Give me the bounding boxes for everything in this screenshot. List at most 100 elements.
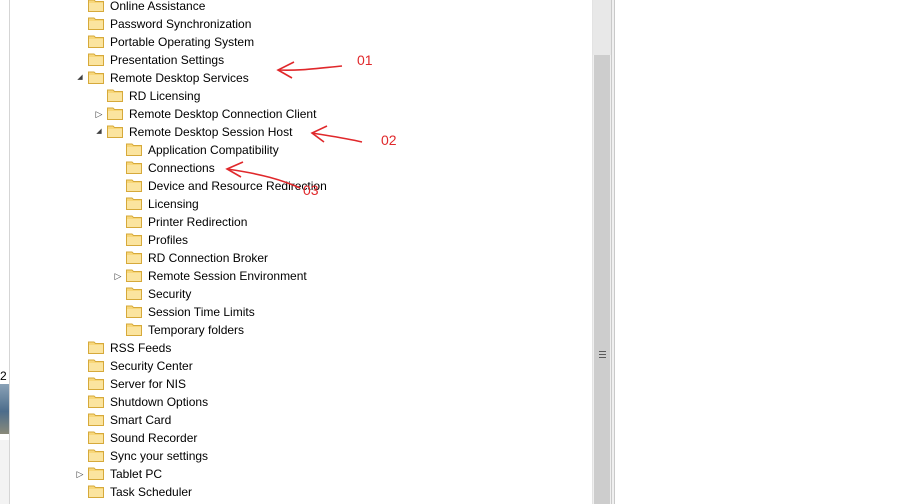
- details-pane: [615, 0, 899, 504]
- tree-item-label[interactable]: RD Licensing: [126, 87, 203, 105]
- tree-item-label[interactable]: Remote Desktop Session Host: [126, 123, 295, 141]
- folder-icon: [126, 287, 142, 300]
- tree-item-label[interactable]: Sound Recorder: [107, 429, 200, 447]
- annotation-label-01: 01: [357, 52, 373, 68]
- tree-item-label[interactable]: Security Center: [107, 357, 196, 375]
- tree-item-remote-desktop-session-host[interactable]: ◢ Remote Desktop Session Host: [10, 123, 590, 141]
- tree-item-security-center[interactable]: Security Center: [10, 357, 590, 375]
- folder-icon: [126, 233, 142, 246]
- collapsed-triangle-icon[interactable]: ▷: [94, 105, 104, 123]
- tree-item-sound-recorder[interactable]: Sound Recorder: [10, 429, 590, 447]
- tree-item-password-synchronization[interactable]: Password Synchronization: [10, 15, 590, 33]
- tree-item-online-assistance[interactable]: Online Assistance: [10, 0, 590, 15]
- tree-item-security[interactable]: Security: [10, 285, 590, 303]
- folder-icon: [107, 107, 123, 120]
- tree-item-presentation-settings[interactable]: Presentation Settings: [10, 51, 590, 69]
- tree-item-label[interactable]: Licensing: [145, 195, 202, 213]
- tree-item-profiles[interactable]: Profiles: [10, 231, 590, 249]
- tree-item-label[interactable]: Password Synchronization: [107, 15, 254, 33]
- tree-item-smart-card[interactable]: Smart Card: [10, 411, 590, 429]
- folder-icon: [88, 0, 104, 12]
- collapsed-triangle-icon[interactable]: ▷: [75, 465, 85, 483]
- left-edge-number: 2: [0, 369, 7, 383]
- tree-item-rss-feeds[interactable]: RSS Feeds: [10, 339, 590, 357]
- tree-item-label[interactable]: Shutdown Options: [107, 393, 211, 411]
- tree-item-tablet-pc[interactable]: ▷ Tablet PC: [10, 465, 590, 483]
- tree-item-temporary-folders[interactable]: Temporary folders: [10, 321, 590, 339]
- tree-item-label[interactable]: Application Compatibility: [145, 141, 282, 159]
- folder-icon: [88, 341, 104, 354]
- tree-item-label[interactable]: Smart Card: [107, 411, 174, 429]
- tree-item-remote-desktop-services[interactable]: ◢ Remote Desktop Services: [10, 69, 590, 87]
- folder-icon: [88, 53, 104, 66]
- tree-item-label[interactable]: Security: [145, 285, 194, 303]
- folder-icon: [126, 197, 142, 210]
- tree-item-label[interactable]: Presentation Settings: [107, 51, 227, 69]
- folder-icon: [88, 377, 104, 390]
- tree-item-label[interactable]: Server for NIS: [107, 375, 189, 393]
- folder-icon: [126, 143, 142, 156]
- tree-item-label[interactable]: Remote Desktop Connection Client: [126, 105, 319, 123]
- annotation-label-03: 03: [303, 182, 319, 198]
- scrollbar-track[interactable]: [593, 0, 611, 55]
- folder-icon: [88, 359, 104, 372]
- tree-item-label[interactable]: Portable Operating System: [107, 33, 257, 51]
- tree-item-task-scheduler[interactable]: Task Scheduler: [10, 483, 590, 501]
- folder-icon: [126, 305, 142, 318]
- tree-item-label[interactable]: Profiles: [145, 231, 191, 249]
- tree-item-label[interactable]: Task Scheduler: [107, 483, 195, 501]
- tree-item-remote-session-environment[interactable]: ▷ Remote Session Environment: [10, 267, 590, 285]
- folder-icon: [126, 215, 142, 228]
- folder-icon: [88, 71, 104, 84]
- left-edge-panel: [0, 440, 9, 504]
- tree-item-printer-redirection[interactable]: Printer Redirection: [10, 213, 590, 231]
- tree-item-label[interactable]: Sync your settings: [107, 447, 211, 465]
- folder-icon: [88, 413, 104, 426]
- tree-item-label[interactable]: Connections: [145, 159, 218, 177]
- collapsed-triangle-icon[interactable]: ▷: [113, 267, 123, 285]
- tree-item-label[interactable]: Online Assistance: [107, 0, 208, 15]
- folder-icon: [88, 35, 104, 48]
- scroll-grip-icon: [599, 351, 606, 361]
- expanded-triangle-icon[interactable]: ◢: [94, 123, 104, 141]
- folder-icon: [126, 179, 142, 192]
- tree-item-session-time-limits[interactable]: Session Time Limits: [10, 303, 590, 321]
- left-edge-thumbnail: [0, 384, 9, 434]
- left-window-edge: 2: [0, 0, 10, 504]
- folder-icon: [126, 161, 142, 174]
- scrollbar-thumb[interactable]: [594, 55, 610, 504]
- tree-item-shutdown-options[interactable]: Shutdown Options: [10, 393, 590, 411]
- tree-item-remote-desktop-connection-client[interactable]: ▷ Remote Desktop Connection Client: [10, 105, 590, 123]
- folder-icon: [88, 449, 104, 462]
- tree-item-licensing[interactable]: Licensing: [10, 195, 590, 213]
- folder-icon: [88, 485, 104, 498]
- tree-item-sync-your-settings[interactable]: Sync your settings: [10, 447, 590, 465]
- folder-icon: [88, 17, 104, 30]
- tree-item-connections[interactable]: Connections: [10, 159, 590, 177]
- folder-icon: [126, 251, 142, 264]
- folder-icon: [126, 269, 142, 282]
- tree-item-device-and-resource-redirection[interactable]: Device and Resource Redirection: [10, 177, 590, 195]
- folder-icon: [107, 125, 123, 138]
- tree-item-rd-connection-broker[interactable]: RD Connection Broker: [10, 249, 590, 267]
- tree-item-label[interactable]: Remote Desktop Services: [107, 69, 252, 87]
- expanded-triangle-icon[interactable]: ◢: [75, 69, 85, 87]
- tree-item-rd-licensing[interactable]: RD Licensing: [10, 87, 590, 105]
- tree-item-label[interactable]: Temporary folders: [145, 321, 247, 339]
- folder-icon: [126, 323, 142, 336]
- annotation-label-02: 02: [381, 132, 397, 148]
- tree-item-label[interactable]: RD Connection Broker: [145, 249, 271, 267]
- folder-icon: [88, 467, 104, 480]
- tree-item-label[interactable]: Session Time Limits: [145, 303, 258, 321]
- tree-vertical-scrollbar[interactable]: [592, 0, 611, 504]
- tree-item-label[interactable]: RSS Feeds: [107, 339, 174, 357]
- folder-icon: [88, 431, 104, 444]
- folder-icon: [88, 395, 104, 408]
- tree-item-portable-operating-system[interactable]: Portable Operating System: [10, 33, 590, 51]
- tree-item-label[interactable]: Printer Redirection: [145, 213, 250, 231]
- tree-item-server-for-nis[interactable]: Server for NIS: [10, 375, 590, 393]
- policy-tree-view[interactable]: Online Assistance Password Synchronizatio…: [10, 0, 592, 504]
- tree-item-label[interactable]: Remote Session Environment: [145, 267, 310, 285]
- tree-item-label[interactable]: Tablet PC: [107, 465, 165, 483]
- tree-item-application-compatibility[interactable]: Application Compatibility: [10, 141, 590, 159]
